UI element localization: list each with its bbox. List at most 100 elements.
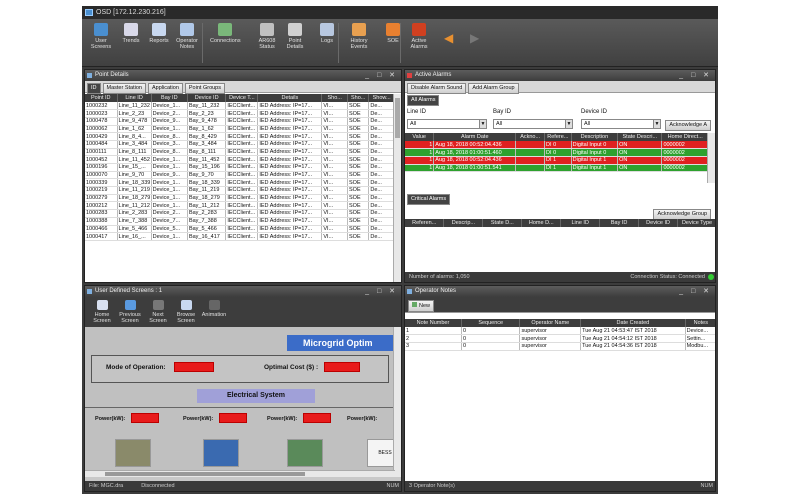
table-row[interactable]: 1000452 Line_11_452 Device_1... Bay_11_452 I… — [85, 155, 395, 164]
column-header[interactable]: Notes — [685, 319, 715, 327]
table-row[interactable]: 1000388 Line_7_388 Device_7... Bay_7_388 IEC… — [85, 217, 395, 226]
column-header[interactable]: Note Number — [405, 319, 462, 327]
table-row[interactable]: 1000478 Line_9_478 Device_9... Bay_9_478 IEC… — [85, 117, 395, 126]
alarm-row[interactable]: 1 Aug 18, 2018 01:00:51.541 DI 1 Digital In… — [405, 164, 709, 173]
column-header[interactable]: Operator Name — [519, 319, 582, 327]
gas-generator-image[interactable] — [287, 439, 323, 467]
new-note-button[interactable]: New — [408, 300, 435, 312]
toolbar-button-reports[interactable]: Reports — [144, 23, 174, 44]
table-row[interactable]: 1000023 Line_2_23 Device_2... Bay_2_23 IECCl… — [85, 109, 395, 118]
tab-id[interactable]: ID — [87, 83, 101, 94]
screen-hscrollbar[interactable] — [85, 470, 395, 477]
nav-next-screen[interactable]: Next Screen — [143, 300, 173, 324]
toolbar-button-user-screens[interactable]: User Screens — [86, 23, 116, 50]
add-alarm-group-button[interactable]: Add Alarm Group — [468, 83, 519, 94]
table-row[interactable]: 1000279 Line_18_279 Device_1... Bay_18_279 I… — [85, 194, 395, 203]
alarm-row[interactable]: 1 Aug 18, 2018 01:00:51.460 DI 0 Digital In… — [405, 148, 709, 157]
alarm-row[interactable]: 1 Aug 18, 2018 00:52:04.436 DI 0 Digital In… — [405, 141, 709, 150]
column-header[interactable]: Bay ID — [599, 219, 640, 227]
toolbar-button-operator-notes[interactable]: Operator Notes — [172, 23, 202, 50]
toolbar-button-active-alarms[interactable]: Active Alarms — [404, 23, 434, 50]
tab-master-station[interactable]: Master Station — [102, 83, 146, 94]
column-header[interactable]: Device Type — [677, 219, 715, 227]
window-controls[interactable]: _ □ ✕ — [679, 70, 712, 81]
column-header[interactable]: State Descri... — [617, 133, 663, 141]
table-row[interactable]: 1000484 Line_3_484 Device_3... Bay_3_484 IEC… — [85, 140, 395, 149]
column-header[interactable]: Sho... — [321, 94, 348, 102]
column-header[interactable]: Point ID — [85, 94, 118, 102]
critical-table-wrap: Referen... Descrip... State D... Home D... L… — [405, 219, 715, 271]
table-row[interactable]: 2 0 supervisor Tue Aug 21 04:54:12 IST 2018… — [405, 334, 715, 343]
column-header[interactable]: Line ID — [560, 219, 601, 227]
table-cell: De... — [368, 125, 395, 134]
toolbar-button-ar608-status[interactable]: AR608 Status — [252, 23, 282, 50]
diesel-generator-image[interactable] — [115, 439, 151, 467]
column-header[interactable]: Device ID — [638, 219, 679, 227]
filter-select[interactable]: All ▼ — [407, 119, 487, 129]
table-row[interactable]: 1000212 Line_11_212 Device_1... Bay_11_212 I… — [85, 201, 395, 211]
table-row[interactable]: 3 0 supervisor Tue Aug 21 04:54:36 IST 2018… — [405, 342, 715, 351]
column-header[interactable]: Referen... — [405, 219, 445, 227]
hscroll-thumb[interactable] — [105, 472, 305, 476]
solar-panel-image[interactable] — [203, 439, 239, 467]
toolbar-button-connections[interactable]: Connections — [210, 23, 241, 44]
column-header[interactable]: Details — [257, 94, 323, 102]
column-header[interactable]: Descrip... — [443, 219, 484, 227]
forward-arrow-icon[interactable]: ▶ — [470, 31, 479, 45]
column-header[interactable]: Description — [571, 133, 619, 141]
nav-home-screen[interactable]: Home Screen — [87, 300, 117, 324]
column-header[interactable]: Value — [405, 133, 435, 141]
toolbar-button-point-details[interactable]: Point Details — [280, 23, 310, 50]
back-arrow-icon[interactable]: ◀ — [444, 31, 453, 45]
tab-application[interactable]: Application — [147, 83, 183, 94]
scroll-thumb[interactable] — [395, 98, 400, 138]
column-header[interactable]: Device ID — [187, 94, 227, 102]
window-controls[interactable]: _ □ ✕ — [365, 70, 398, 81]
vertical-scrollbar[interactable] — [393, 94, 401, 282]
window-controls[interactable]: _ □ ✕ — [365, 286, 398, 297]
column-header[interactable]: Sequence — [461, 319, 521, 327]
table-row[interactable]: 1000111 Line_8_111 Device_8... Bay_8_111 IEC… — [85, 148, 395, 157]
table-row[interactable]: 1000219 Line_11_219 Device_1... Bay_11_219 I… — [85, 186, 395, 195]
acknowledge-all-button[interactable]: Acknowledge A — [665, 120, 711, 131]
column-header[interactable]: Ackno... — [515, 133, 546, 141]
tab-critical-alarms[interactable]: Critical Alarms — [407, 194, 451, 205]
table-row[interactable]: 1000429 Line_8_4... Device_8... Bay_8_429 IE… — [85, 132, 395, 141]
column-header[interactable]: Date Created — [580, 319, 686, 327]
column-header[interactable]: Show... — [368, 94, 395, 102]
filter-select[interactable]: All ▼ — [493, 119, 573, 129]
column-header[interactable]: Device T... — [225, 94, 259, 102]
nav-browse-screen[interactable]: Browse Screen — [171, 300, 201, 324]
nav-previous-screen[interactable]: Previous Screen — [115, 300, 145, 324]
table-row[interactable]: 1000196 Line_15_... Device_1... Bay_15_196 I… — [85, 163, 395, 172]
alarm-row[interactable]: 1 Aug 18, 2018 00:52:04.436 DI 1 Digital In… — [405, 156, 709, 165]
table-row[interactable]: 1000062 Line_1_62 Device_1... Bay_1_62 IECCl… — [85, 125, 395, 134]
nav-animation[interactable]: Animation — [199, 300, 229, 318]
disable-alarm-sound-button[interactable]: Disable Alarm Sound — [407, 83, 467, 94]
column-header[interactable]: Home D... — [521, 219, 562, 227]
filter-select[interactable]: All ▼ — [581, 119, 661, 129]
column-header[interactable]: State D... — [482, 219, 523, 227]
window-controls[interactable]: _ □ ✕ — [679, 286, 712, 297]
column-header[interactable]: Line ID — [117, 94, 152, 102]
column-header[interactable]: Sho... — [347, 94, 370, 102]
column-header[interactable]: Refere... — [544, 133, 572, 141]
screen-scrollbar[interactable] — [393, 327, 401, 477]
table-cell: supervisor — [519, 334, 582, 343]
column-header[interactable]: Home Direct... — [661, 133, 709, 141]
bess-image[interactable]: BESS — [367, 439, 395, 467]
table-row[interactable]: 1000070 Line_9_70 Device_9... Bay_9_70 IECCl… — [85, 171, 395, 180]
column-header[interactable]: Bay ID — [151, 94, 188, 102]
table-row[interactable]: 1000339 Line_18_339 Device_1... Bay_18_339 I… — [85, 178, 395, 188]
tab-all-alarms[interactable]: All Alarms — [407, 95, 440, 106]
toolbar-button-history-events[interactable]: History Events — [344, 23, 374, 50]
table-row[interactable]: 1000417 Line_16_... Device_1... Bay_16_417 I… — [85, 232, 395, 241]
table-row[interactable]: 1 0 supervisor Tue Aug 21 04:53:47 IST 2018… — [405, 327, 715, 336]
column-header[interactable]: Alarm Date — [433, 133, 517, 141]
table-row[interactable]: 1000283 Line_2_283 Device_2... Bay_2_283 IEC… — [85, 209, 395, 218]
table-row[interactable]: 1000232 Line_11_232 Device_1... Bay_11_232 I… — [85, 102, 395, 111]
tab-point-groups[interactable]: Point Groups — [184, 83, 225, 94]
toolbar-button-trends[interactable]: Trends — [116, 23, 146, 44]
alarm-scrollbar[interactable] — [707, 133, 715, 183]
table-row[interactable]: 1000466 Line_5_466 Device_5... Bay_5_466 IEC… — [85, 225, 395, 234]
